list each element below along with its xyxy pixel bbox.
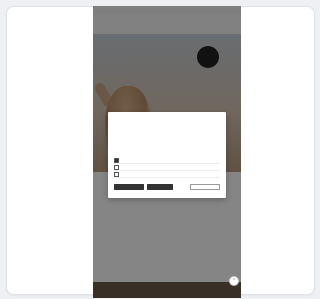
checkbox[interactable] xyxy=(114,165,119,170)
phone-screenshot: ⌃ xyxy=(93,6,241,298)
settings-button[interactable] xyxy=(190,184,220,190)
accept-all-button[interactable] xyxy=(147,184,173,190)
checkbox-checked[interactable] xyxy=(114,158,119,163)
checkbox[interactable] xyxy=(114,172,119,177)
consent-option-marketing[interactable] xyxy=(114,171,220,178)
consent-option-statistics[interactable] xyxy=(114,164,220,171)
chevron-up-icon[interactable]: ⌃ xyxy=(229,276,239,286)
consent-option-necessary[interactable] xyxy=(114,157,220,164)
cookie-consent-dialog xyxy=(108,112,226,198)
accept-selected-button[interactable] xyxy=(114,184,144,190)
